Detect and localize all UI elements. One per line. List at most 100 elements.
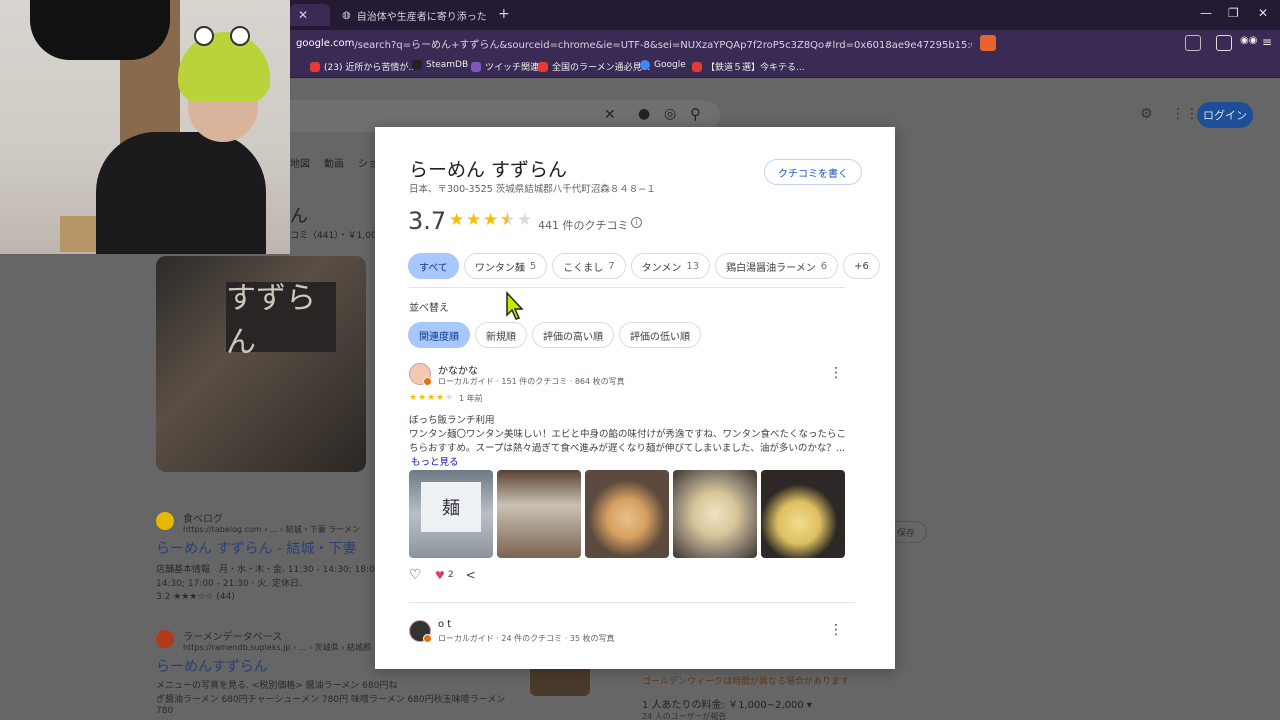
- chip-all[interactable]: すべて: [408, 253, 459, 279]
- bookmark-5[interactable]: Google: [640, 60, 686, 70]
- mic-icon[interactable]: ●: [638, 106, 650, 122]
- sort-relevance[interactable]: 関連度順: [408, 322, 470, 348]
- result-snippet: 14:30; 17:00 - 21:30 · 火. 定休日.: [156, 579, 302, 589]
- youtube-icon: [310, 61, 320, 72]
- local-guide-badge-icon: [423, 377, 432, 386]
- review-photo[interactable]: [497, 470, 581, 558]
- tab-videos[interactable]: 動画: [324, 155, 344, 170]
- result-title[interactable]: らーめん すずらん - 結城・下妻: [156, 538, 356, 558]
- reviewer-meta: ローカルガイド · 24 件のクチコミ · 35 枚の写真: [438, 634, 615, 643]
- more-options-icon[interactable]: ⋮: [829, 365, 843, 381]
- chip-count: 7: [608, 260, 615, 272]
- bookmark-1[interactable]: (23) 近所から苦情が...: [310, 60, 417, 73]
- login-button[interactable]: ログイン: [1197, 102, 1253, 128]
- webcam-person: [96, 132, 266, 254]
- hat-eye: [194, 26, 214, 46]
- result-url[interactable]: https://ramendb.supleks.jp › ... › 茨城県 ›…: [183, 642, 371, 653]
- steam-icon: [412, 60, 422, 70]
- result-title[interactable]: らーめんすずらん: [156, 656, 268, 676]
- chip-more[interactable]: +6: [843, 253, 880, 279]
- tab-maps[interactable]: 地図: [290, 155, 310, 170]
- empty-star-icon: ★: [445, 393, 454, 403]
- brave-shield-icon[interactable]: [980, 35, 996, 51]
- reviewer-name[interactable]: かなかな: [438, 362, 478, 377]
- half-star-icon: ★: [500, 212, 516, 229]
- glasses-icon[interactable]: ◉◉: [1240, 35, 1257, 51]
- chip-tanmen[interactable]: タンメン 13: [630, 253, 711, 279]
- url-path: /search?q=らーめん+すずらん&sourceid=chrome&ie=U…: [354, 39, 972, 51]
- folder-icon: [471, 61, 481, 72]
- chip-wonton[interactable]: ワンタン麺 5: [463, 253, 548, 279]
- gear-icon[interactable]: ⚙: [1140, 106, 1156, 122]
- bookmark-4[interactable]: 全国のラーメン通必見...: [538, 60, 650, 73]
- read-more-link[interactable]: もっと見る: [411, 454, 459, 468]
- result-snippet: 店舗基本情報 月・水・木・金. 11:30 - 14:30; 18:00: [156, 565, 381, 575]
- price-reporters: 24 人のユーザーが報告: [642, 712, 727, 720]
- bookmark-label: 全国のラーメン通必見...: [552, 63, 651, 73]
- apps-icon[interactable]: ⋮⋮: [1171, 106, 1199, 122]
- review-text: ぼっち飯ランチ利用: [409, 415, 495, 426]
- browser-tab-2[interactable]: ◍ 自治体や生産者に寄り添った食品開発: [334, 4, 494, 26]
- sidebar-icon[interactable]: [1216, 35, 1232, 51]
- review-photo[interactable]: [673, 470, 757, 558]
- review-photo[interactable]: 麺: [409, 470, 493, 558]
- star-icon: ★: [409, 393, 418, 403]
- tab-search-icon[interactable]: [1185, 35, 1201, 51]
- shop-photo[interactable]: すずらん: [156, 256, 366, 472]
- sort-chips: 関連度順 新規順 評価の高い順 評価の低い順: [408, 322, 701, 348]
- youtube-icon: [692, 61, 702, 72]
- restore-icon[interactable]: ❐: [1228, 6, 1239, 20]
- review-photo[interactable]: [761, 470, 845, 558]
- review-stars: ★ ★ ★ ★ ★: [409, 393, 454, 403]
- result-source: ラーメンデータベース: [183, 632, 283, 643]
- star-icon: ★: [436, 393, 445, 403]
- sort-highest[interactable]: 評価の高い順: [532, 322, 614, 348]
- bookmark-2[interactable]: SteamDB: [412, 60, 468, 70]
- star-icon: ★: [466, 210, 482, 230]
- divider: [409, 287, 845, 288]
- write-review-button[interactable]: クチコミを書く: [764, 159, 862, 185]
- result-snippet: ぎ醤油ラーメン 680円チャーシューメン 780円 味噌ラーメン 680円秋玉味…: [156, 695, 506, 705]
- like-heart-icon[interactable]: ♡: [409, 568, 423, 582]
- site-icon: [538, 61, 548, 72]
- reviewer-name[interactable]: o t: [438, 619, 451, 630]
- bookmark-3[interactable]: ツイッチ関連: [471, 60, 539, 73]
- tabelog-favicon: [156, 512, 174, 530]
- menu-icon[interactable]: ≡: [1262, 35, 1278, 51]
- sort-lowest[interactable]: 評価の低い順: [619, 322, 701, 348]
- chip-paitan[interactable]: 鶏白湯醤油ラーメン 6: [715, 253, 839, 279]
- mouse-cursor-icon: [506, 291, 524, 320]
- price-range[interactable]: 1 人あたりの料金: ￥1,000~2,000 ▾: [642, 696, 812, 711]
- bookmark-6[interactable]: 【鉄道５選】今キテる...: [692, 60, 805, 73]
- star-icon: ★: [483, 210, 499, 230]
- share-icon[interactable]: <: [466, 568, 476, 582]
- chip-label: こくまし: [563, 262, 604, 274]
- globe-icon: ◍: [342, 9, 351, 21]
- search-icon[interactable]: ⚲: [690, 105, 701, 123]
- result-url[interactable]: https://tabelog.com › ... › 結城・下妻 ラーメン: [183, 524, 360, 535]
- webcam-frog-hat: [178, 26, 270, 102]
- chip-label: タンメン: [641, 262, 682, 274]
- google-icon: [640, 60, 650, 70]
- chip-label: 鶏白湯醤油ラーメン: [726, 262, 816, 274]
- url-field[interactable]: google.com/search?q=らーめん+すずらん&sourceid=c…: [296, 34, 972, 52]
- like-count-value: 2: [447, 570, 454, 580]
- chip-kokumashi[interactable]: こくまし 7: [552, 253, 626, 279]
- place-rating-partial: コミ（441）・￥1,00: [290, 231, 377, 241]
- reviews-dialog: らーめん すずらん 日本、〒300-3525 茨城県結城郡八千代町沼森８４８−１…: [375, 127, 895, 669]
- more-options-icon[interactable]: ⋮: [829, 622, 843, 638]
- close-window-icon[interactable]: ✕: [1258, 6, 1268, 20]
- sort-newest[interactable]: 新規順: [475, 322, 527, 348]
- webcam-overlay: [0, 0, 290, 254]
- browser-tab-active[interactable]: ✕: [290, 4, 330, 26]
- sort-label: 並べ替え: [409, 303, 449, 314]
- new-tab-icon[interactable]: +: [498, 6, 510, 22]
- review-photo[interactable]: [585, 470, 669, 558]
- result-snippet: メニューの写真を見る. <税別価格> 醤油ラーメン 680円ね: [156, 681, 398, 691]
- minimize-icon[interactable]: —: [1200, 6, 1212, 20]
- camera-icon[interactable]: ◎: [664, 106, 676, 122]
- review-text: ちらおすすめ。スープは熱々過ぎて食べ進みが遅くなり麺が伸びてしまいました、油が多…: [409, 443, 845, 454]
- clear-icon[interactable]: ✕: [604, 107, 616, 123]
- close-tab-icon[interactable]: ✕: [298, 8, 308, 22]
- info-icon[interactable]: i: [631, 217, 642, 228]
